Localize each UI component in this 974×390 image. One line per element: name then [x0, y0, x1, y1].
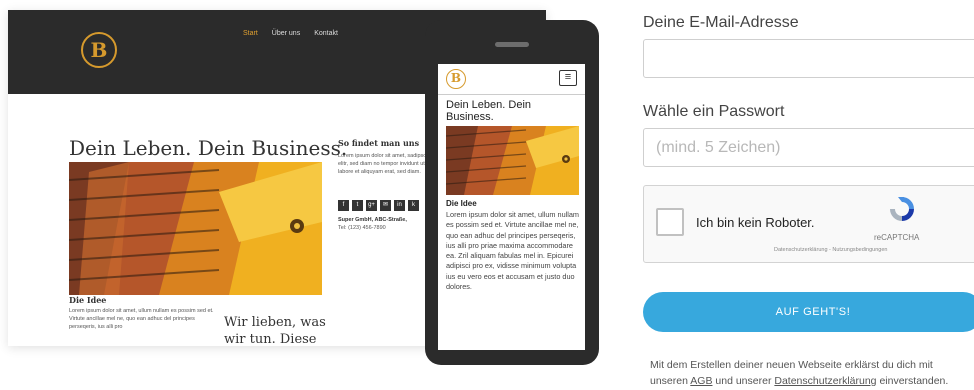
- mobile-title: Dein Leben. Dein Business.: [446, 99, 532, 123]
- nav-item-ueber-uns: Über uns: [271, 30, 301, 37]
- desktop-secondary-headline: Wir lieben, was wir tun. Diese: [224, 315, 326, 346]
- legal-mid2: und unserer: [715, 375, 772, 387]
- phone-preview: B ≡ Dein Leben. Dein Business. Die Idee …: [425, 20, 599, 365]
- privacy-link[interactable]: Datenschutzerklärung: [774, 375, 876, 387]
- desktop-headline: Dein Leben. Dein Business.: [69, 136, 348, 160]
- mail-icon: ✉: [380, 200, 391, 211]
- mobile-body-text: Lorem ipsum dolor sit amet, ullum nullam…: [446, 210, 580, 292]
- recaptcha-widget: Ich bin kein Roboter. reCAPTCHA Datensch…: [643, 185, 974, 263]
- desktop-social-icons: f t g+ ✉ in k: [338, 200, 419, 211]
- google-plus-icon: g+: [366, 200, 377, 211]
- desktop-hero-image: [69, 162, 322, 295]
- mobile-logo: B: [446, 69, 466, 89]
- recaptcha-logo-icon: [890, 197, 914, 221]
- mobile-hero-image: [446, 126, 579, 195]
- company-name: Super GmbH, ABC-Straße,: [338, 217, 407, 223]
- xing-icon: k: [408, 200, 419, 211]
- password-input[interactable]: [643, 128, 974, 167]
- recaptcha-brand: reCAPTCHA: [874, 233, 920, 242]
- facebook-icon: f: [338, 200, 349, 211]
- legal-suffix: einverstanden.: [879, 375, 949, 387]
- linkedin-icon: in: [394, 200, 405, 211]
- agb-link[interactable]: AGB: [690, 375, 712, 387]
- hamburger-menu-icon: ≡: [559, 70, 577, 86]
- email-input[interactable]: [643, 39, 974, 78]
- desktop-side-text: Lorem ipsum dolor sit amet, sadipscing e…: [338, 153, 434, 175]
- mobile-header: B ≡: [438, 64, 585, 95]
- desktop-logo: B: [81, 32, 117, 68]
- submit-button[interactable]: AUF GEHT'S!: [643, 292, 974, 332]
- desktop-nav: Start Über uns Kontakt: [243, 30, 338, 37]
- phone-speaker: [495, 42, 529, 47]
- recaptcha-label: Ich bin kein Roboter.: [696, 215, 815, 230]
- desktop-body-text: Lorem ipsum dolor sit amet, ullum nullam…: [69, 308, 214, 330]
- email-label: Deine E-Mail-Adresse: [643, 14, 799, 31]
- twitter-icon: t: [352, 200, 363, 211]
- phone-screen: B ≡ Dein Leben. Dein Business. Die Idee …: [438, 64, 585, 350]
- legal-mid1: unseren: [650, 375, 688, 387]
- password-label: Wähle ein Passwort: [643, 103, 785, 120]
- nav-item-start: Start: [243, 30, 258, 37]
- company-phone: Tel: (123) 456-7890: [338, 225, 386, 231]
- desktop-subheading: Die Idee: [69, 295, 107, 305]
- nav-item-kontakt: Kontakt: [314, 30, 338, 37]
- recaptcha-checkbox[interactable]: [656, 208, 684, 236]
- desktop-side-heading: So findet man uns: [338, 138, 420, 148]
- desktop-address: Super GmbH, ABC-Straße, Tel: (123) 456-7…: [338, 216, 438, 232]
- legal-notice: Mit dem Erstellen deiner neuen Webseite …: [650, 357, 974, 389]
- mobile-subheading: Die Idee: [446, 199, 477, 208]
- legal-prefix: Mit dem Erstellen deiner neuen Webseite …: [650, 359, 933, 371]
- recaptcha-links[interactable]: Datenschutzerklärung - Nutzungsbedingung…: [774, 247, 887, 253]
